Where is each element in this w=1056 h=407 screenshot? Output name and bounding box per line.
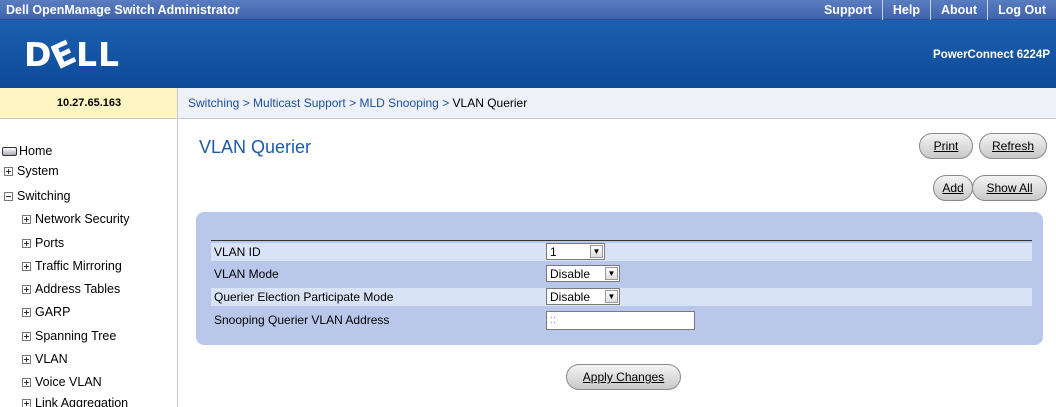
nav-network-security[interactable]: Network Security: [22, 212, 129, 226]
nav-switching-label: Switching: [17, 189, 71, 203]
expand-icon[interactable]: [22, 284, 31, 294]
apply-changes-button[interactable]: Apply Changes: [566, 364, 681, 390]
breadcrumb: Switching > Multicast Support > MLD Snoo…: [188, 96, 527, 110]
vlan-id-select[interactable]: 1 ▼: [546, 243, 605, 260]
vlan-mode-select[interactable]: Disable ▼: [546, 265, 620, 282]
show-all-button[interactable]: Show All: [972, 175, 1047, 201]
brand-bar: DELL PowerConnect 6224P: [0, 20, 1056, 88]
breadcrumb-mld-snooping[interactable]: MLD Snooping: [359, 96, 438, 110]
nav-label: Spanning Tree: [35, 329, 117, 343]
top-links: Support Help About Log Out: [814, 0, 1056, 20]
snooping-address-input[interactable]: ::: [546, 311, 695, 330]
nav-address-tables[interactable]: Address Tables: [22, 282, 120, 296]
divider: [211, 240, 1032, 241]
nav-link-aggregation[interactable]: Link Aggregation: [22, 396, 128, 407]
nav-label: Ports: [35, 236, 65, 250]
print-button[interactable]: Print: [919, 133, 973, 159]
left-nav: Home System Switching Network Security P…: [0, 119, 178, 407]
vlan-mode-value: Disable: [550, 267, 591, 281]
nav-label: GARP: [35, 305, 71, 319]
nav-switching[interactable]: Switching: [4, 189, 71, 203]
snooping-address-label: Snooping Querier VLAN Address: [214, 313, 390, 327]
nav-label: Voice VLAN: [35, 375, 102, 389]
dell-logo: DELL: [24, 31, 121, 78]
ip-box: 10.27.65.163: [0, 88, 178, 119]
nav-traffic-mirroring[interactable]: Traffic Mirroring: [22, 259, 122, 273]
ip-address: 10.27.65.163: [56, 97, 122, 109]
refresh-button[interactable]: Refresh: [979, 133, 1047, 159]
expand-icon[interactable]: [22, 398, 31, 407]
add-button[interactable]: Add: [933, 175, 973, 201]
collapse-icon[interactable]: [4, 191, 13, 201]
nav-label: Traffic Mirroring: [35, 259, 122, 273]
app-title: Dell OpenManage Switch Administrator: [6, 3, 240, 17]
vlan-id-row: VLAN ID 1 ▼: [211, 243, 1032, 261]
querier-election-value: Disable: [550, 290, 591, 304]
snooping-address-row: Snooping Querier VLAN Address ::: [211, 311, 1032, 330]
nav-home-label: Home: [19, 144, 53, 158]
page-title: VLAN Querier: [199, 137, 312, 157]
nav-system[interactable]: System: [4, 164, 59, 178]
expand-icon[interactable]: [22, 238, 31, 248]
chevron-down-icon: ▼: [590, 245, 603, 258]
top-bar: Dell OpenManage Switch Administrator Sup…: [0, 0, 1056, 20]
nav-label: Address Tables: [35, 282, 121, 296]
vlan-mode-label: VLAN Mode: [214, 267, 279, 281]
querier-election-select[interactable]: Disable ▼: [546, 288, 620, 305]
expand-icon[interactable]: [22, 261, 31, 271]
breadcrumb-bar: Switching > Multicast Support > MLD Snoo…: [178, 88, 1056, 119]
expand-icon[interactable]: [22, 307, 31, 317]
breadcrumb-separator: >: [349, 96, 360, 110]
vlan-id-label: VLAN ID: [214, 245, 261, 259]
nav-home[interactable]: Home: [2, 144, 52, 158]
nav-garp[interactable]: GARP: [22, 305, 70, 319]
chevron-down-icon: ▼: [605, 267, 618, 280]
expand-icon[interactable]: [22, 354, 31, 364]
about-link[interactable]: About: [929, 0, 987, 20]
breadcrumb-switching[interactable]: Switching: [188, 96, 239, 110]
nav-voice-vlan[interactable]: Voice VLAN: [22, 375, 102, 389]
vlan-mode-row: VLAN Mode Disable ▼: [211, 265, 1032, 283]
switch-model: PowerConnect 6224P: [933, 49, 1050, 61]
nav-ports[interactable]: Ports: [22, 236, 64, 250]
breadcrumb-separator: >: [242, 96, 254, 110]
breadcrumb-separator: >: [442, 96, 453, 110]
querier-election-row: Querier Election Participate Mode Disabl…: [211, 288, 1032, 306]
chevron-down-icon: ▼: [605, 290, 618, 303]
help-link[interactable]: Help: [881, 0, 930, 20]
support-link[interactable]: Support: [814, 0, 882, 20]
home-icon: [2, 146, 17, 156]
vlan-id-value: 1: [550, 245, 557, 259]
expand-icon[interactable]: [22, 214, 31, 224]
logout-link[interactable]: Log Out: [987, 0, 1056, 20]
nav-system-label: System: [17, 164, 59, 178]
breadcrumb-current: VLAN Querier: [452, 96, 528, 110]
nav-vlan[interactable]: VLAN: [22, 352, 68, 366]
expand-icon[interactable]: [22, 331, 31, 341]
expand-icon[interactable]: [22, 377, 31, 387]
nav-spanning-tree[interactable]: Spanning Tree: [22, 329, 116, 343]
nav-label: Network Security: [35, 212, 130, 226]
nav-label: VLAN: [35, 352, 68, 366]
querier-election-label: Querier Election Participate Mode: [214, 290, 394, 304]
breadcrumb-multicast-support[interactable]: Multicast Support: [253, 96, 346, 110]
nav-label: Link Aggregation: [35, 396, 129, 407]
expand-icon[interactable]: [4, 166, 13, 176]
